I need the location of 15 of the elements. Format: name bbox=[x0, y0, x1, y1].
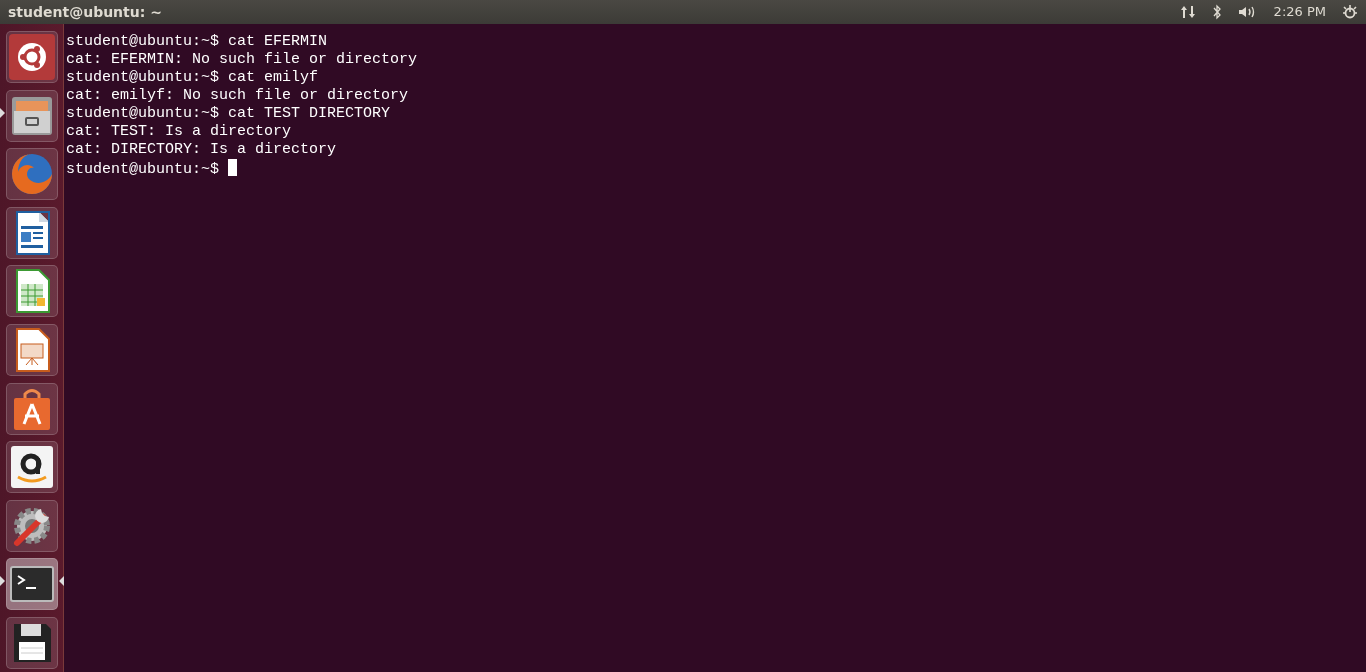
terminal-line: cat: TEST: Is a directory bbox=[66, 123, 292, 141]
terminal-line: cat: EFERMIN: No such file or directory bbox=[66, 51, 418, 69]
dash-icon bbox=[9, 34, 55, 81]
bluetooth-icon[interactable] bbox=[1211, 4, 1222, 20]
terminal-line: student@ubuntu:~$ cat TEST DIRECTORY bbox=[66, 105, 391, 123]
clock[interactable]: 2:26 PM bbox=[1273, 2, 1326, 22]
network-icon[interactable] bbox=[1179, 4, 1196, 20]
terminal-line: student@ubuntu:~$ cat EFERMIN bbox=[66, 33, 328, 51]
power-icon[interactable] bbox=[1342, 4, 1358, 20]
terminal-prompt: student@ubuntu:~$ bbox=[66, 161, 221, 178]
terminal-line: student@ubuntu:~$ cat emilyf bbox=[66, 69, 319, 87]
terminal-line: cat: emilyf: No such file or directory bbox=[66, 87, 409, 105]
terminal-line: cat: DIRECTORY: Is a directory bbox=[66, 141, 337, 159]
shopping-smile-icon bbox=[9, 444, 55, 491]
window-title: student@ubuntu: ~ bbox=[8, 2, 162, 22]
